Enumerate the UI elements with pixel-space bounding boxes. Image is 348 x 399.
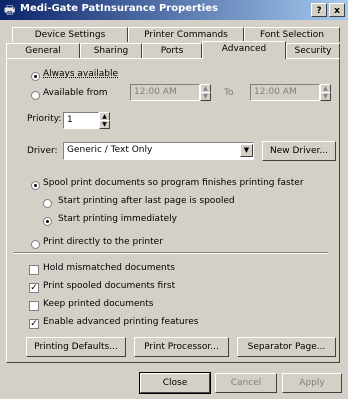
available-from-radio[interactable] <box>31 91 40 100</box>
priority-label: Priority: <box>27 114 62 124</box>
spool-label: Spool print documents so program finishe… <box>43 178 304 188</box>
advanced-features-label: Enable advanced printing features <box>43 317 199 327</box>
hold-mismatched-checkbox[interactable] <box>29 265 39 275</box>
tab-font-selection[interactable]: Font Selection <box>244 27 340 42</box>
help-button[interactable]: ? <box>311 3 327 17</box>
title-bar: 🖶 Medi-Gate PatInsurance Properties ? x <box>0 0 348 20</box>
tab-device-settings[interactable]: Device Settings <box>12 27 128 42</box>
priority-down[interactable]: ▼ <box>99 120 110 129</box>
tab-general[interactable]: General <box>6 43 80 58</box>
always-available-radio[interactable] <box>31 72 40 81</box>
start-immediately-label: Start printing immediately <box>58 214 177 224</box>
to-label: To <box>224 88 234 98</box>
keep-printed-label: Keep printed documents <box>43 299 154 309</box>
close-button[interactable]: Close <box>139 372 211 394</box>
spooled-first-label: Print spooled documents first <box>43 281 176 291</box>
print-direct-label: Print directly to the printer <box>43 237 163 247</box>
from-time-down[interactable]: ▼ <box>200 92 211 101</box>
advanced-features-checkbox[interactable]: ✓ <box>29 319 39 329</box>
spool-radio[interactable] <box>31 181 40 190</box>
driver-label: Driver: <box>27 146 58 156</box>
start-after-last-label: Start printing after last page is spoole… <box>58 196 235 206</box>
priority-field[interactable]: 1 <box>63 112 99 129</box>
start-after-last-radio[interactable] <box>43 199 52 208</box>
separator-page-button[interactable]: Separator Page... <box>237 337 336 357</box>
hold-mismatched-label: Hold mismatched documents <box>43 263 175 273</box>
from-time-field[interactable]: 12:00 AM <box>130 84 200 101</box>
keep-printed-checkbox[interactable] <box>29 301 39 311</box>
apply-button[interactable]: Apply <box>282 373 342 393</box>
driver-select[interactable]: Generic / Text Only <box>63 142 254 160</box>
chevron-down-icon[interactable]: ▼ <box>240 144 253 157</box>
separator <box>14 252 328 254</box>
tab-printer-commands[interactable]: Printer Commands <box>128 27 244 42</box>
window-title: Medi-Gate PatInsurance Properties <box>20 3 218 14</box>
available-from-label: Available from <box>43 88 108 98</box>
to-time-field[interactable]: 12:00 AM <box>250 84 320 101</box>
print-direct-radio[interactable] <box>31 240 40 249</box>
new-driver-button[interactable]: New Driver... <box>262 141 336 161</box>
tab-security[interactable]: Security <box>286 43 340 58</box>
start-immediately-radio[interactable] <box>43 217 52 226</box>
close-icon[interactable]: x <box>329 3 345 17</box>
tab-ports[interactable]: Ports <box>142 43 202 58</box>
print-processor-button[interactable]: Print Processor... <box>134 337 229 357</box>
always-available-label: Always available <box>43 69 119 79</box>
printing-defaults-button[interactable]: Printing Defaults... <box>26 337 126 357</box>
cancel-button[interactable]: Cancel <box>215 373 277 393</box>
printer-icon: 🖶 <box>4 3 16 17</box>
tab-advanced[interactable]: Advanced <box>202 41 286 59</box>
spooled-first-checkbox[interactable]: ✓ <box>29 283 39 293</box>
to-time-down[interactable]: ▼ <box>320 92 331 101</box>
tab-sharing[interactable]: Sharing <box>80 43 142 58</box>
